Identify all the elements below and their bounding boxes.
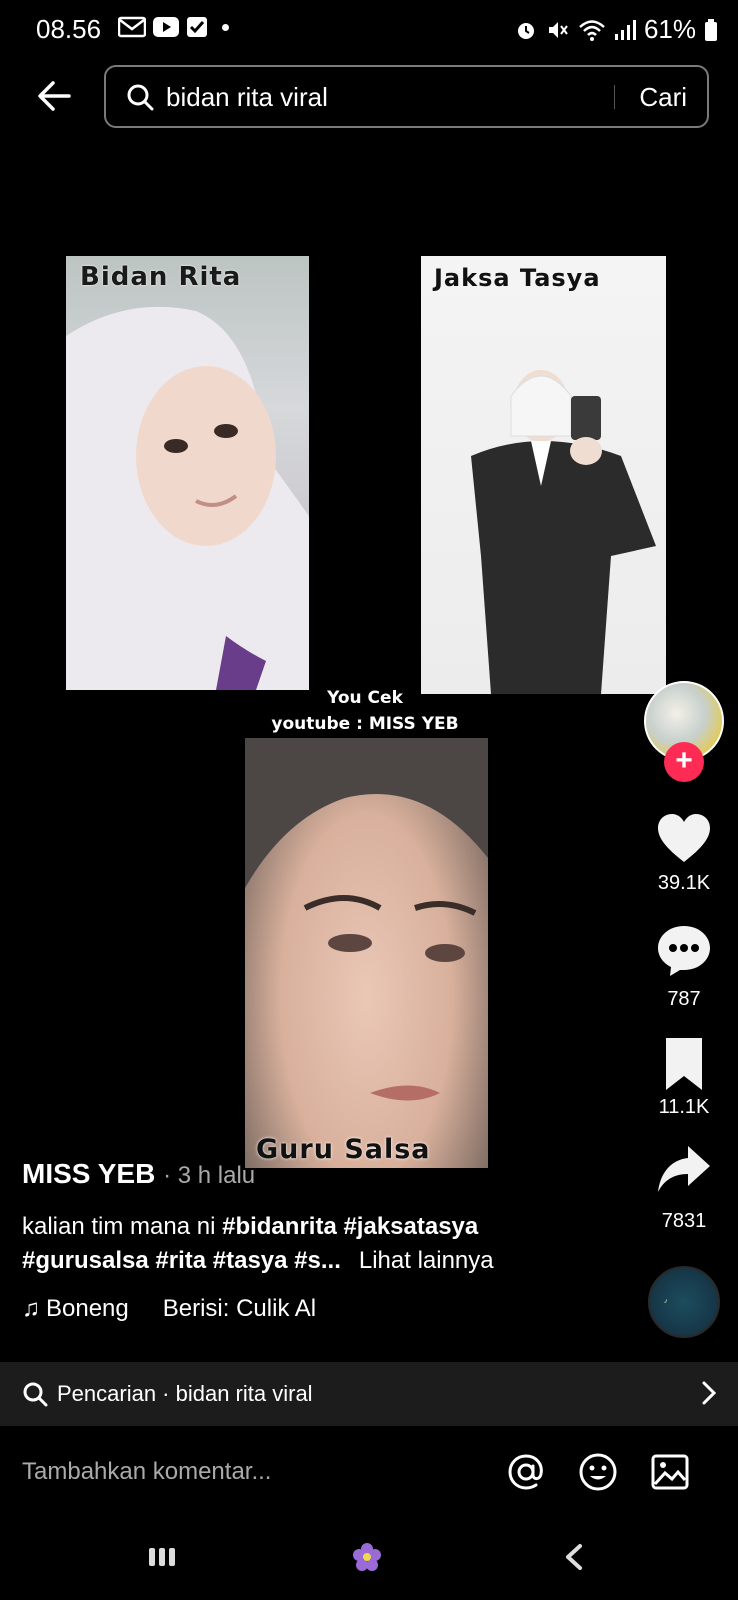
system-icons: 61% [514, 14, 718, 45]
gmail-icon [118, 16, 146, 38]
search-submit-button[interactable]: Cari [639, 82, 687, 113]
label-rita: Bidan Rita [80, 262, 242, 292]
post-time: · 3 h lalu [163, 1162, 256, 1189]
battery-icon [705, 18, 717, 41]
portrait-salsa [245, 738, 488, 1101]
back-arrow-icon[interactable] [36, 78, 72, 114]
chevron-right-icon[interactable] [700, 1380, 718, 1406]
music-disc[interactable]: ♪ [648, 1266, 720, 1338]
search-icon [127, 84, 154, 111]
search-query[interactable]: bidan rita viral [166, 82, 328, 113]
sound-name[interactable]: Boneng [46, 1295, 129, 1323]
comment-count: 787 [667, 988, 701, 1010]
search-icon [23, 1382, 48, 1407]
share-icon[interactable] [656, 1142, 712, 1198]
sound-info[interactable]: ♫ Boneng Berisi: Culik Al [22, 1295, 333, 1323]
overlay-text-2: youtube : MISS YEB [271, 714, 459, 734]
youtube-icon [153, 17, 179, 37]
see-more-link[interactable]: Lihat lainnya [359, 1247, 494, 1274]
follow-button[interactable]: + [664, 742, 704, 782]
dot-icon [222, 23, 229, 31]
comment-input[interactable]: Tambahkan komentar... [22, 1458, 271, 1486]
share-count: 7831 [661, 1210, 707, 1232]
overlay-text-1: You Cek [327, 688, 403, 708]
post-author[interactable]: MISS YEB · 3 h lalu [22, 1158, 255, 1190]
comment-bar: Tambahkan komentar... [0, 1426, 738, 1518]
label-salsa: Guru Salsa [256, 1134, 431, 1165]
portrait-tasya [471, 370, 656, 694]
recent-apps-icon[interactable] [145, 1540, 179, 1574]
bookmark-icon[interactable] [656, 1036, 712, 1092]
home-flower-icon[interactable] [350, 1540, 384, 1574]
mention-icon[interactable] [506, 1452, 546, 1492]
signal-icon [614, 19, 636, 40]
bookmark-count: 11.1K [658, 1096, 710, 1118]
music-note-icon: ♫ [22, 1295, 40, 1322]
video-image-rita [66, 256, 309, 690]
video-image-tasya [421, 256, 666, 694]
caption-hashtags-2[interactable]: #gurusalsa #rita #tasya #s... [22, 1247, 341, 1274]
author-name[interactable]: MISS YEB [22, 1158, 155, 1189]
status-time: 08.56 [36, 14, 102, 44]
mute-icon [548, 21, 568, 38]
related-search-bar[interactable]: Pencarian · bidan rita viral [0, 1362, 738, 1426]
comment-icon[interactable] [656, 922, 712, 978]
system-navigation-bar [0, 1518, 738, 1600]
post-caption: kalian tim mana ni #bidanrita #jaksatasy… [22, 1210, 622, 1278]
heart-icon[interactable] [656, 812, 712, 868]
related-search-text[interactable]: Pencarian · bidan rita viral [57, 1381, 313, 1407]
wifi-icon [579, 19, 605, 41]
battery-percent: 61% [643, 14, 696, 44]
label-tasya: Jaksa Tasya [434, 264, 601, 292]
sound-contains[interactable]: Berisi: Culik Al [163, 1295, 333, 1323]
video-image-salsa [245, 738, 488, 1168]
like-count: 39.1K [657, 872, 711, 894]
status-bar: 08.56 61% [0, 0, 738, 56]
image-icon[interactable] [650, 1452, 690, 1492]
portrait-rita [66, 306, 309, 690]
search-divider [614, 85, 615, 109]
caption-text: kalian tim mana ni [22, 1213, 223, 1240]
notification-icons [118, 16, 229, 38]
checkbox-icon [187, 17, 207, 37]
music-disc-art: ♪ [663, 1297, 669, 1306]
back-nav-icon[interactable] [558, 1540, 592, 1574]
emoji-icon[interactable] [578, 1452, 618, 1492]
caption-hashtags-1[interactable]: #bidanrita #jaksatasya [222, 1213, 478, 1240]
alarm-icon [517, 22, 534, 39]
search-input[interactable]: bidan rita viral Cari [104, 65, 709, 128]
